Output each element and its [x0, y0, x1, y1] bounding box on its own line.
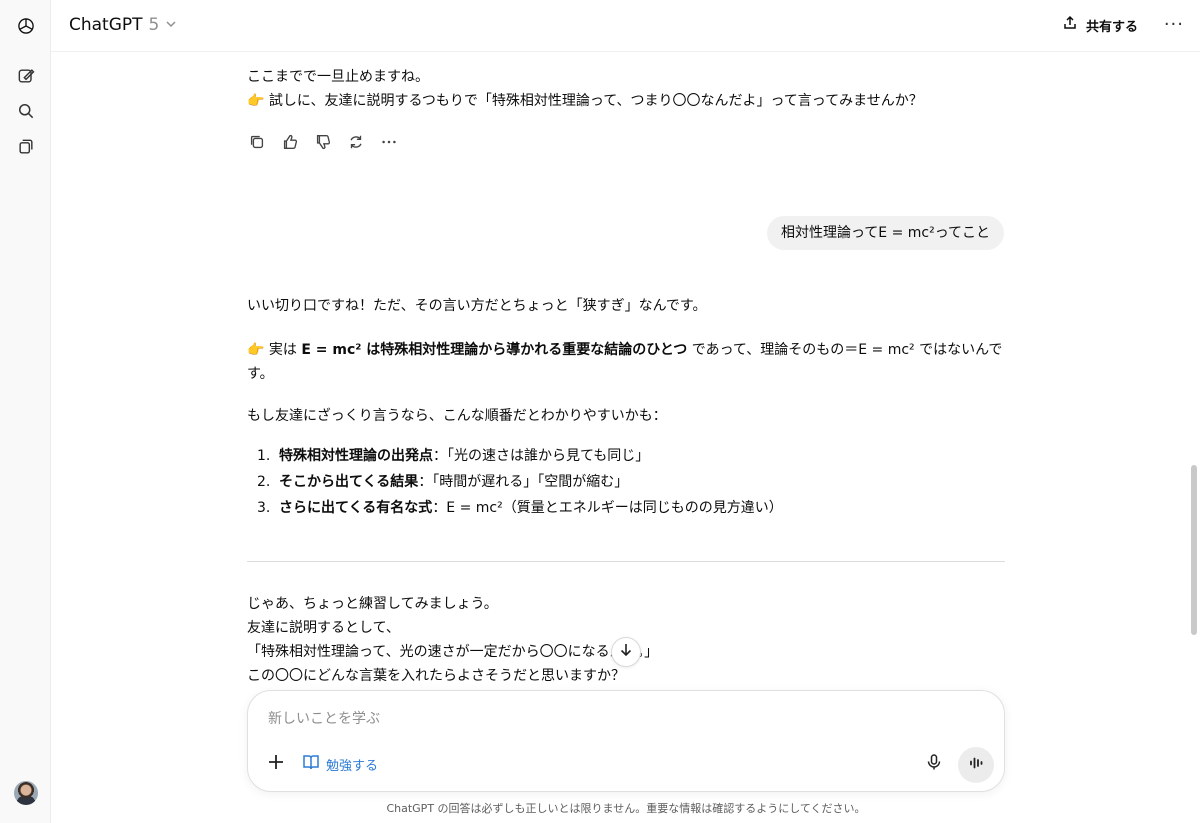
microphone-icon: [925, 753, 943, 775]
model-version: 5: [148, 15, 160, 35]
share-label: 共有する: [1085, 19, 1138, 35]
pointing-hand-emoji-icon: 👉: [247, 93, 265, 109]
list-item: 1. 特殊相対性理論の出発点：「光の速さは誰から見ても同じ」: [257, 448, 650, 464]
divider: [247, 561, 1005, 562]
voice-mode-button[interactable]: [958, 747, 994, 783]
list-item: 3. さらに出てくる有名な式：E = mc²（質量とエネルギーは同じものの見方違…: [257, 500, 783, 516]
message-actions: [247, 132, 399, 152]
sidebar-rail: [0, 0, 51, 823]
arrow-down-icon: [618, 642, 634, 662]
share-button[interactable]: 共有する: [1062, 15, 1138, 35]
message-line: ここまでで一旦止めますね。: [247, 69, 429, 85]
assistant-message-reply: いい切り口ですね！ただ、その言い方だとちょっと「狭すぎ」なんです。 👉 実は E…: [247, 294, 1005, 521]
steps-list: 1. 特殊相対性理論の出発点：「光の速さは誰から見ても同じ」 2. そこから出て…: [247, 443, 1005, 521]
chevron-down-icon: [165, 15, 177, 35]
message-line: この〇〇にどんな言葉を入れたらよさそうだと思いますか？: [247, 668, 625, 684]
message-line: じゃあ、ちょっと練習してみましょう。: [247, 596, 498, 612]
book-icon: [302, 753, 320, 775]
voice-waveform-icon: [967, 754, 985, 776]
pointing-hand-emoji-icon: 👉: [247, 342, 265, 358]
message-line: 👉 試しに、友達に説明するつもりで「特殊相対性理論って、つまり〇〇なんだよ」って…: [247, 93, 923, 109]
search-icon[interactable]: [10, 95, 42, 127]
prompt-input[interactable]: 新しいことを学ぶ: [268, 708, 380, 728]
composer: 新しいことを学ぶ 勉強する: [247, 690, 1005, 792]
reply-point-wrap: す。: [247, 366, 274, 382]
new-chat-icon[interactable]: [10, 60, 42, 92]
study-mode-button[interactable]: 勉強する: [302, 753, 378, 775]
copy-icon[interactable]: [247, 132, 267, 152]
dictate-button[interactable]: [924, 754, 944, 774]
model-selector[interactable]: ChatGPT 5: [69, 15, 177, 35]
openai-logo-icon[interactable]: [10, 10, 42, 42]
more-options-button[interactable]: ···: [1164, 14, 1184, 35]
reply-point: 👉 実は E = mc² は特殊相対性理論から導かれる重要な結論のひとつ であっ…: [247, 342, 1003, 358]
scrollbar[interactable]: [1189, 60, 1197, 710]
library-icon[interactable]: [10, 131, 42, 163]
reply-point-bold: E = mc² は特殊相対性理論から導かれる重要な結論のひとつ: [301, 342, 688, 358]
thumbs-down-icon[interactable]: [313, 132, 333, 152]
thumbs-up-icon[interactable]: [280, 132, 300, 152]
study-mode-label: 勉強する: [326, 758, 379, 774]
disclaimer-text: ChatGPT の回答は必ずしも正しいとは限りません。重要な情報は確認するように…: [386, 802, 866, 815]
add-attachment-button[interactable]: [266, 754, 286, 774]
share-icon: [1062, 15, 1078, 35]
scrollbar-thumb[interactable]: [1191, 465, 1197, 635]
scroll-down-button[interactable]: [611, 637, 641, 667]
reply-intro: いい切り口ですね！ただ、その言い方だとちょっと「狭すぎ」なんです。: [247, 298, 707, 314]
model-name: ChatGPT: [69, 15, 143, 35]
regenerate-icon[interactable]: [346, 132, 366, 152]
assistant-message-previous: ここまでで一旦止めますね。 👉 試しに、友達に説明するつもりで「特殊相対性理論っ…: [247, 65, 1005, 113]
plus-icon: [267, 753, 285, 775]
avatar[interactable]: [14, 781, 38, 805]
list-item: 2. そこから出てくる結果：「時間が遅れる」「空間が縮む」: [257, 474, 629, 490]
more-actions-icon[interactable]: [379, 132, 399, 152]
reply-lead: もし友達にざっくり言うなら、こんな順番だとわかりやすいかも：: [247, 408, 667, 424]
user-message: 相対性理論ってE = mc²ってこと: [766, 216, 1004, 250]
top-header: ChatGPT 5 共有する ···: [51, 0, 1200, 52]
